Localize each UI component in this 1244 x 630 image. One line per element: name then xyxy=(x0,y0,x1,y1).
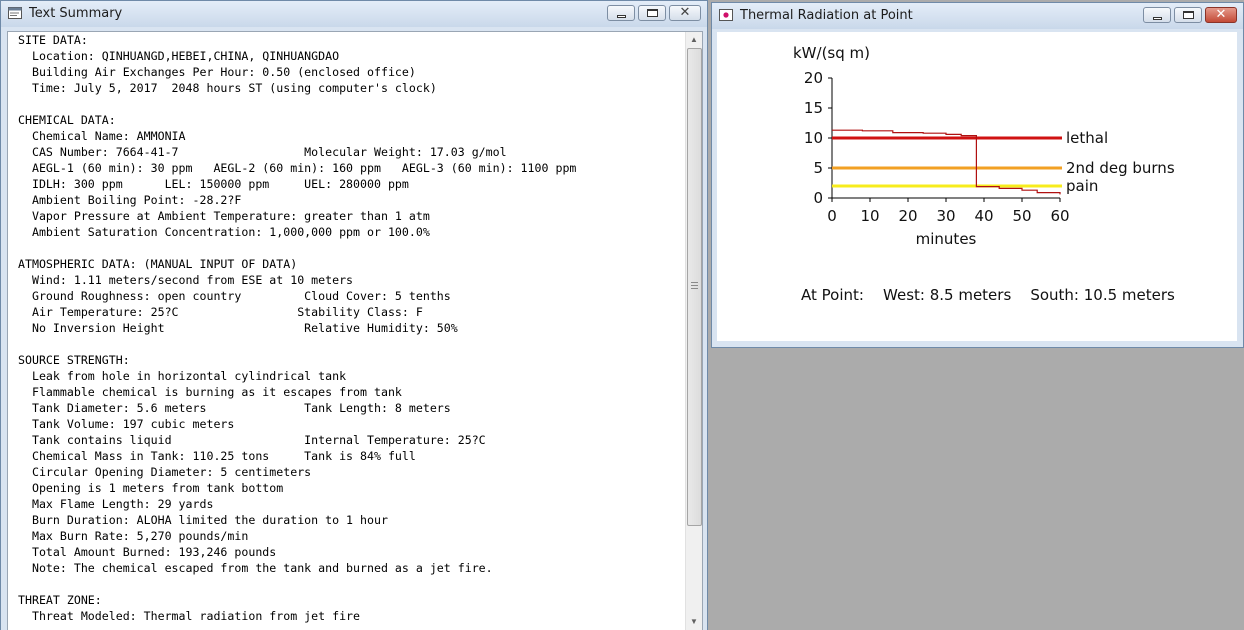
close-button[interactable]: ✕ xyxy=(669,5,701,21)
x-tick-label: 40 xyxy=(974,207,993,225)
x-tick-label: 0 xyxy=(827,207,837,225)
summary-line: Max Flame Length: 29 yards xyxy=(18,497,214,511)
thermal-chart-area: kW/(sq m) 0 5 10 15 20 0 10 20 30 40 50 60 minutes let… xyxy=(717,32,1237,341)
summary-line: CAS Number: 7664-41-7 Molecular Weight: … xyxy=(18,145,507,159)
threshold-label: pain xyxy=(1066,177,1098,195)
y-tick-label: 5 xyxy=(813,159,823,177)
summary-text: SITE DATA: Location: QINHUANGD,HEBEI,CHI… xyxy=(18,32,682,630)
minimize-icon xyxy=(616,14,626,18)
summary-line: Flammable chemical is burning as it esca… xyxy=(18,385,402,399)
summary-line: Chemical Name: AMMONIA xyxy=(18,129,186,143)
summary-line: Time: July 5, 2017 2048 hours ST (using … xyxy=(18,81,437,95)
x-axis-label: minutes xyxy=(916,230,977,248)
summary-line: Burn Duration: ALOHA limited the duratio… xyxy=(18,513,388,527)
x-tick-label: 50 xyxy=(1012,207,1031,225)
thermal-radiation-titlebar[interactable]: Thermal Radiation at Point ✕ xyxy=(712,3,1243,29)
summary-line: No Inversion Height Relative Humidity: 5… xyxy=(18,321,458,335)
at-point-location: At Point: West: 8.5 meters South: 10.5 m… xyxy=(801,286,1175,304)
summary-line: Ambient Saturation Concentration: 1,000,… xyxy=(18,225,430,239)
scroll-up-arrow-icon[interactable]: ▲ xyxy=(686,32,702,48)
text-summary-window[interactable]: Text Summary ✕ SITE DATA: Location: QINH… xyxy=(0,0,708,630)
close-icon: ✕ xyxy=(1215,7,1227,22)
x-tick-label: 10 xyxy=(860,207,879,225)
minimize-button[interactable] xyxy=(1143,7,1171,23)
y-tick-label: 10 xyxy=(804,129,823,147)
text-document-icon xyxy=(8,7,22,19)
summary-line: Max Burn Rate: 5,270 pounds/min xyxy=(18,529,249,543)
summary-line: Ground Roughness: open country Cloud Cov… xyxy=(18,289,451,303)
close-button[interactable]: ✕ xyxy=(1205,7,1237,23)
text-summary-title: Text Summary xyxy=(29,6,123,21)
summary-line: Building Air Exchanges Per Hour: 0.50 (e… xyxy=(18,65,416,79)
summary-line: Vapor Pressure at Ambient Temperature: g… xyxy=(18,209,430,223)
vertical-scrollbar[interactable]: ▲ ▼ xyxy=(685,32,702,630)
x-tick-label: 30 xyxy=(936,207,955,225)
close-icon: ✕ xyxy=(679,5,691,20)
threshold-label: 2nd deg burns xyxy=(1066,159,1175,177)
summary-line: THREAT ZONE: xyxy=(18,593,102,607)
scrollbar-thumb[interactable] xyxy=(687,48,702,526)
maximize-icon xyxy=(646,9,658,17)
summary-line: Opening is 1 meters from tank bottom xyxy=(18,481,284,495)
x-tick-label: 20 xyxy=(898,207,917,225)
summary-line: AEGL-1 (60 min): 30 ppm AEGL-2 (60 min):… xyxy=(18,161,577,175)
chart-window-icon xyxy=(719,9,733,21)
summary-line xyxy=(18,96,682,112)
y-tick-label: 15 xyxy=(804,99,823,117)
summary-line: Threat Modeled: Thermal radiation from j… xyxy=(18,609,361,623)
thermal-radiation-chart: kW/(sq m) 0 5 10 15 20 0 10 20 30 40 50 60 minutes let… xyxy=(793,44,1175,248)
scroll-down-arrow-icon[interactable]: ▼ xyxy=(686,614,702,630)
summary-line: Ambient Boiling Point: -28.2?F xyxy=(18,193,242,207)
summary-line xyxy=(18,336,682,352)
summary-line: IDLH: 300 ppm LEL: 150000 ppm UEL: 28000… xyxy=(18,177,409,191)
maximize-button[interactable] xyxy=(638,5,666,21)
summary-line: SOURCE STRENGTH: xyxy=(18,353,130,367)
summary-line xyxy=(18,576,682,592)
text-summary-titlebar[interactable]: Text Summary ✕ xyxy=(1,1,707,27)
y-axis-label: kW/(sq m) xyxy=(793,44,870,62)
summary-line: Wind: 1.11 meters/second from ESE at 10 … xyxy=(18,273,354,287)
text-summary-body[interactable]: SITE DATA: Location: QINHUANGD,HEBEI,CHI… xyxy=(7,31,703,630)
summary-line: Note: The chemical escaped from the tank… xyxy=(18,561,493,575)
summary-line xyxy=(18,240,682,256)
thermal-radiation-window[interactable]: Thermal Radiation at Point ✕ kW/(sq m) 0 5… xyxy=(711,2,1244,348)
summary-line: Tank Diameter: 5.6 meters Tank Length: 8… xyxy=(18,401,451,415)
summary-line: Leak from hole in horizontal cylindrical… xyxy=(18,369,347,383)
summary-line: Circular Opening Diameter: 5 centimeters xyxy=(18,465,312,479)
summary-line: SITE DATA: xyxy=(18,33,88,47)
summary-line: Tank contains liquid Internal Temperatur… xyxy=(18,433,486,447)
summary-line: Tank Volume: 197 cubic meters xyxy=(18,417,235,431)
maximize-icon xyxy=(1182,11,1194,19)
x-tick-label: 60 xyxy=(1050,207,1069,225)
thermal-radiation-title: Thermal Radiation at Point xyxy=(740,8,913,23)
grip-line xyxy=(691,282,698,283)
summary-line: ATMOSPHERIC DATA: (MANUAL INPUT OF DATA) xyxy=(18,257,298,271)
maximize-button[interactable] xyxy=(1174,7,1202,23)
summary-line: Air Temperature: 25?C Stability Class: F xyxy=(18,305,423,319)
grip-line xyxy=(691,285,698,286)
threshold-label: lethal xyxy=(1066,129,1108,147)
y-tick-label: 20 xyxy=(804,69,823,87)
summary-line: Total Amount Burned: 193,246 pounds xyxy=(18,545,277,559)
grip-line xyxy=(691,288,698,289)
summary-line: CHEMICAL DATA: xyxy=(18,113,116,127)
summary-line: Location: QINHUANGD,HEBEI,CHINA, QINHUAN… xyxy=(18,49,340,63)
summary-line: Chemical Mass in Tank: 110.25 tons Tank … xyxy=(18,449,416,463)
y-tick-label: 0 xyxy=(813,189,823,207)
minimize-icon xyxy=(1152,16,1162,20)
minimize-button[interactable] xyxy=(607,5,635,21)
